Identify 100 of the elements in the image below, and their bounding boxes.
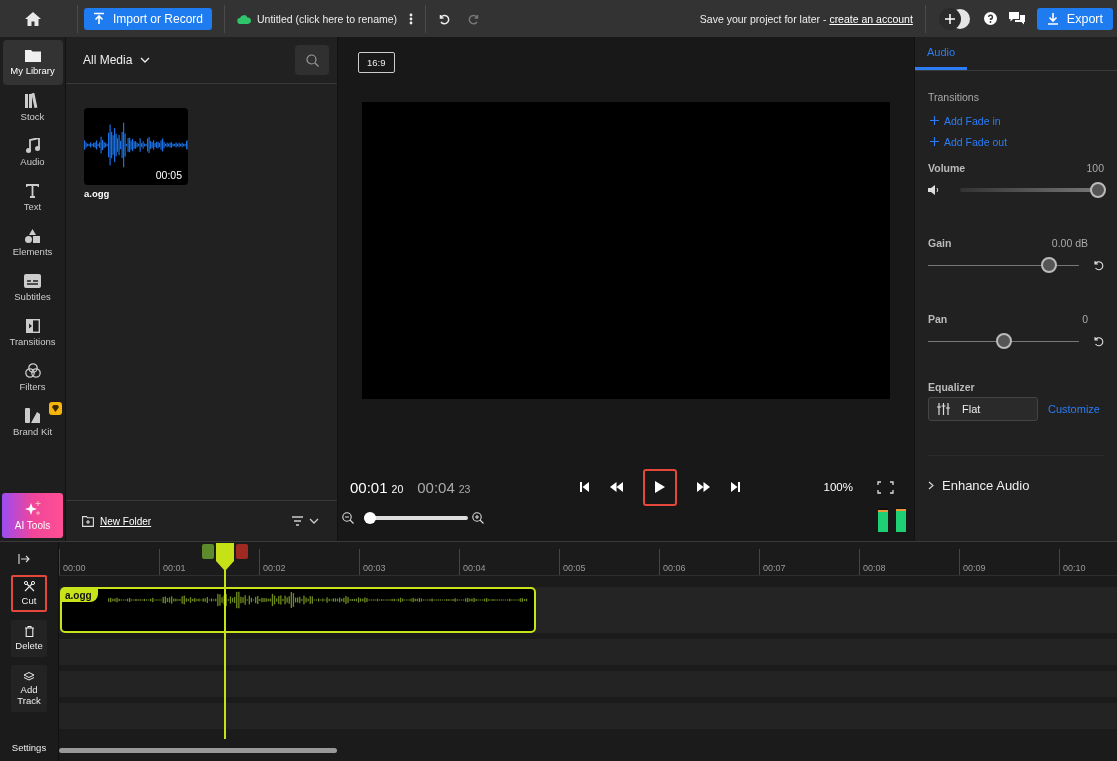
project-title[interactable]: Untitled (click here to rename) (257, 12, 398, 25)
slider-track[interactable] (960, 182, 1106, 198)
undo-icon[interactable] (438, 12, 451, 25)
audio-clip[interactable]: a.ogg (60, 587, 536, 633)
ruler-label: 00:10 (1059, 549, 1117, 575)
more-icon[interactable] (409, 12, 414, 25)
import-button[interactable]: Import or Record (84, 7, 213, 30)
reset-icon[interactable] (1093, 259, 1104, 271)
skip-end-icon[interactable] (730, 482, 740, 492)
search-button[interactable] (295, 45, 329, 75)
speaker-icon[interactable] (928, 185, 940, 195)
ruler-label: 00:09 (959, 549, 1059, 575)
sidebar-item[interactable]: Stock (2, 85, 63, 130)
fast-forward-icon[interactable] (697, 482, 710, 492)
section-title: Equalizer (928, 381, 976, 393)
play-icon (655, 481, 665, 493)
add-fade-button[interactable]: Add Fade in (930, 110, 1104, 131)
customize-link[interactable]: Customize (1048, 403, 1100, 415)
track-lane[interactable] (59, 671, 1117, 697)
create-account-link[interactable]: create an account (829, 12, 913, 25)
clip-label: a.ogg (62, 589, 98, 602)
file-name: a.ogg (84, 188, 111, 199)
timeline-tool-button[interactable]: Add Track (11, 665, 47, 712)
aspect-ratio-button[interactable]: 16:9 (358, 52, 395, 73)
ruler-label: 00:04 (459, 549, 559, 575)
play-button[interactable] (643, 468, 677, 506)
track-lane[interactable] (59, 703, 1117, 729)
slider-label: Gain (928, 237, 952, 249)
slider-track[interactable] (928, 257, 1079, 273)
slider-value: 100 (1086, 162, 1104, 174)
slider-thumb[interactable] (995, 333, 1012, 349)
ruler-label: 00:07 (759, 549, 859, 575)
section-title: Transitions (928, 91, 980, 103)
skip-start-icon[interactable] (580, 482, 590, 492)
slider-label: Pan (928, 313, 948, 325)
folder-icon (24, 49, 41, 62)
slider-value: 0.00 dB (1051, 237, 1088, 249)
equalizer-preset-button[interactable]: Flat (928, 397, 1038, 421)
current-time: 00:01 (350, 478, 388, 496)
properties-tab[interactable]: Audio (915, 37, 968, 70)
current-frame: 20 (391, 482, 404, 495)
zoom-slider-thumb[interactable] (363, 512, 376, 524)
slider-thumb[interactable] (1090, 182, 1106, 198)
media-thumbnail[interactable]: 00:05 (84, 108, 188, 185)
save-prompt: Save your project for later - create an account (699, 12, 913, 25)
timeline-tool-button[interactable]: Delete (11, 620, 47, 657)
layers-icon (23, 671, 35, 681)
chevron-down-icon[interactable] (309, 518, 319, 524)
ruler-label: 00:02 (259, 549, 359, 575)
redo-icon[interactable] (468, 12, 481, 25)
slider-thumb[interactable] (1041, 257, 1058, 273)
sidebar-item[interactable]: Subtitles (2, 265, 63, 310)
zoom-in-icon[interactable] (472, 512, 484, 524)
sort-icon[interactable] (292, 516, 303, 526)
section-expander[interactable]: Enhance Audio (928, 455, 1104, 493)
collapse-icon[interactable] (18, 554, 30, 564)
shapes-icon (25, 228, 40, 243)
zoom-out-icon[interactable] (342, 512, 354, 524)
export-button[interactable]: Export (1036, 7, 1113, 30)
new-folder-link[interactable]: New Folder (100, 515, 152, 527)
sidebar-item[interactable]: Audio (2, 130, 63, 175)
reset-icon[interactable] (1093, 335, 1104, 347)
user-avatars-icon[interactable] (937, 6, 972, 31)
sidebar-item[interactable]: Transitions (2, 310, 63, 355)
sidebar-item[interactable]: Filters (2, 355, 63, 400)
playhead-handle[interactable] (202, 543, 249, 572)
fullscreen-icon[interactable] (877, 480, 894, 494)
chat-icon[interactable] (1008, 12, 1025, 25)
sidebar-item[interactable]: My Library (2, 40, 63, 85)
add-fade-button[interactable]: Add Fade out (930, 131, 1104, 152)
slider-value: 0 (1082, 313, 1088, 325)
sidebar-item[interactable]: Text (2, 175, 63, 220)
trash-icon (24, 626, 34, 637)
settings-button[interactable]: Settings (11, 742, 47, 753)
rewind-icon[interactable] (610, 482, 623, 492)
timeline-tool-button[interactable]: Cut (11, 575, 47, 612)
ai-tools-button[interactable]: AI Tools (2, 493, 63, 538)
sidebar-item[interactable]: Elements (2, 220, 63, 265)
search-icon (305, 53, 319, 67)
ruler-label: 00:00 (59, 549, 159, 575)
home-icon[interactable] (23, 10, 42, 27)
swatches-icon (25, 408, 40, 423)
chevron-right-icon (928, 481, 934, 490)
help-icon[interactable] (983, 12, 997, 25)
subtitles-icon (24, 273, 41, 288)
track-lane[interactable] (59, 639, 1117, 665)
media-filter-dropdown[interactable]: All Media (83, 53, 151, 67)
zoom-percent: 100% (823, 481, 853, 493)
transitions-icon (25, 318, 40, 333)
sidebar-item[interactable]: Brand Kit (2, 400, 63, 445)
plus-icon (930, 116, 939, 125)
chevron-down-icon (140, 57, 151, 63)
ruler-label: 00:03 (359, 549, 459, 575)
filters-icon (24, 363, 41, 378)
scrollbar[interactable] (59, 747, 337, 753)
upload-icon (93, 12, 105, 25)
download-icon (1046, 12, 1059, 25)
ruler-label: 00:05 (559, 549, 659, 575)
plus-icon (930, 137, 939, 146)
slider-track[interactable] (928, 333, 1079, 349)
